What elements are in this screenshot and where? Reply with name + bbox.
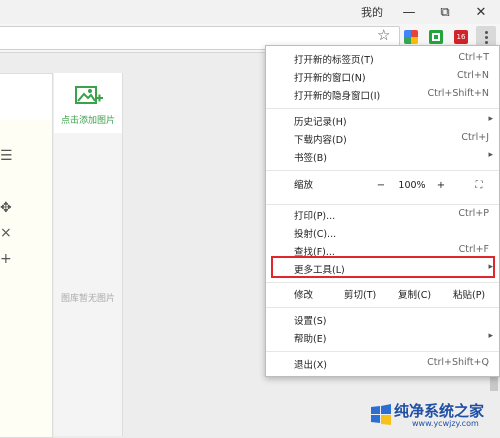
menu-item-settings[interactable]: 设置(S): [266, 312, 499, 330]
extension-green-icon[interactable]: [429, 30, 443, 44]
menu-item-new-window[interactable]: 打开新的窗口(N) Ctrl+N: [266, 69, 499, 87]
submenu-arrow-icon: ▸: [488, 150, 493, 160]
move-icon[interactable]: ✥: [0, 200, 12, 216]
image-library-panel: 点击添加图片 图库暂无图片: [54, 73, 123, 436]
submenu-arrow-icon: ▸: [488, 331, 493, 341]
watermark-url: www.ycwjzy.com: [412, 419, 479, 428]
close-button[interactable]: ✕: [464, 0, 498, 24]
zoom-label: 缩放: [294, 180, 314, 191]
profile-name[interactable]: 我的: [361, 4, 383, 20]
menu-item-incognito[interactable]: 打开新的隐身窗口(I) Ctrl+Shift+N: [266, 87, 499, 105]
menu-divider: [266, 282, 499, 283]
watermark-title: 纯净系统之家: [394, 402, 485, 420]
extension-red-icon[interactable]: 16: [454, 30, 468, 44]
menu-divider: [266, 204, 499, 205]
list-icon[interactable]: ☰: [0, 148, 13, 164]
zoom-out-button[interactable]: −: [370, 177, 392, 195]
add-icon[interactable]: +: [0, 251, 12, 267]
add-image-label: 点击添加图片: [60, 116, 115, 126]
edit-row: 修改 剪切(T) 复制(C) 粘贴(P): [266, 284, 499, 304]
submenu-arrow-icon: ▸: [488, 114, 493, 124]
paste-button[interactable]: 粘贴(P): [453, 287, 485, 301]
menu-item-downloads[interactable]: 下载内容(D) Ctrl+J: [266, 131, 499, 149]
menu-item-exit[interactable]: 退出(X) Ctrl+Shift+Q: [266, 356, 499, 374]
menu-item-new-tab[interactable]: 打开新的标签页(T) Ctrl+T: [266, 51, 499, 69]
zoom-level: 100%: [398, 180, 426, 191]
cut-button[interactable]: 剪切(T): [344, 287, 376, 301]
edit-label: 修改: [294, 290, 314, 301]
title-bar: 我的 — ⧉ ✕: [0, 0, 500, 24]
menu-item-print[interactable]: 打印(P)... Ctrl+P: [266, 207, 499, 225]
menu-divider: [266, 307, 499, 308]
bookmark-star-icon[interactable]: ☆: [377, 26, 390, 44]
minimize-button[interactable]: —: [392, 0, 426, 24]
browser-menu: 打开新的标签页(T) Ctrl+T 打开新的窗口(N) Ctrl+N 打开新的隐…: [265, 45, 500, 377]
add-image-icon: [75, 86, 103, 104]
menu-item-cast[interactable]: 投射(C)...: [266, 225, 499, 243]
restore-button[interactable]: ⧉: [428, 0, 462, 24]
add-image-button[interactable]: 点击添加图片: [54, 73, 122, 133]
windows-logo-icon: [371, 404, 391, 425]
menu-item-bookmarks[interactable]: 书签(B) ▸: [266, 149, 499, 167]
zoom-in-button[interactable]: +: [430, 177, 452, 195]
extension-photos-icon[interactable]: [404, 30, 418, 44]
zoom-row: 缩放 − 100% + ⛶: [266, 168, 499, 204]
menu-divider: [266, 351, 499, 352]
close-icon[interactable]: ×: [0, 225, 12, 241]
left-panel: ☰ ✥ × +: [0, 73, 53, 438]
menu-divider: [266, 108, 499, 109]
fullscreen-icon[interactable]: ⛶: [468, 177, 490, 195]
copy-button[interactable]: 复制(C): [398, 287, 431, 301]
highlight-box: [271, 256, 495, 278]
menu-item-help[interactable]: 帮助(E) ▸: [266, 330, 499, 348]
watermark: 纯净系统之家 www.ycwjzy.com: [368, 398, 500, 436]
menu-item-history[interactable]: 历史记录(H) ▸: [266, 113, 499, 131]
empty-library-text: 图库暂无图片: [60, 294, 115, 304]
